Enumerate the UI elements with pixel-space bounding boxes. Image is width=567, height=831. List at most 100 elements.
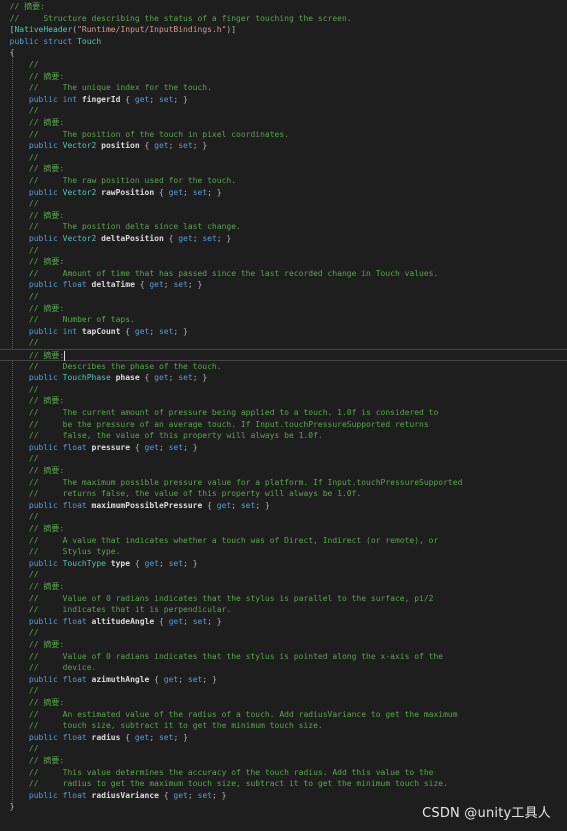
code-token-bold: altitudeAngle — [91, 616, 155, 626]
code-line[interactable]: public TouchType type { get; set; } — [0, 558, 567, 570]
code-line[interactable]: // 摘要: — [0, 755, 567, 767]
code-token-punct: ; — [183, 187, 193, 197]
code-line[interactable]: // — [0, 384, 567, 396]
code-line[interactable]: // be the pressure of an average touch. … — [0, 419, 567, 431]
code-line[interactable]: public Vector2 position { get; set; } — [0, 140, 567, 152]
code-line[interactable]: public float azimuthAngle { get; set; } — [0, 674, 567, 686]
code-line[interactable]: // device. — [0, 662, 567, 674]
code-line[interactable]: // Stylus type. — [0, 546, 567, 558]
code-line[interactable]: // Value of 0 radians indicates that the… — [0, 593, 567, 605]
code-line[interactable]: // 摘要: — [0, 256, 567, 268]
code-line[interactable]: // Number of taps. — [0, 314, 567, 326]
code-line[interactable]: // — [0, 569, 567, 581]
code-token-punct: ; } — [192, 373, 208, 383]
code-token-bold: azimuthAngle — [91, 674, 150, 684]
code-line[interactable]: // — [0, 685, 567, 697]
code-line[interactable]: // 摘要: — [0, 697, 567, 709]
code-line[interactable]: // A value that indicates whether a touc… — [0, 535, 567, 547]
code-token-punct: ; — [149, 732, 159, 742]
code-line[interactable]: // — [0, 511, 567, 523]
code-token-keyword: set — [240, 500, 256, 510]
code-line[interactable]: // — [0, 291, 567, 303]
code-token-bold: type — [110, 558, 131, 568]
code-line[interactable]: // The position of the touch in pixel co… — [0, 129, 567, 141]
code-token-comment: // 摘要: — [9, 582, 65, 591]
code-editor[interactable]: // 摘要: // Structure describing the statu… — [0, 0, 567, 831]
code-line[interactable]: // touch size, subtract it to get the mi… — [0, 720, 567, 732]
code-line[interactable]: // An estimated value of the radius of a… — [0, 709, 567, 721]
code-line[interactable]: public float altitudeAngle { get; set; } — [0, 616, 567, 628]
code-token-punct: { — [154, 187, 169, 197]
code-line[interactable]: // 摘要: — [0, 210, 567, 222]
code-line[interactable]: public int tapCount { get; set; } — [0, 326, 567, 338]
code-line[interactable]: public float pressure { get; set; } — [0, 442, 567, 454]
code-line[interactable]: // false, the value of this property wil… — [0, 430, 567, 442]
code-line[interactable]: // Amount of time that has passed since … — [0, 268, 567, 280]
code-line[interactable]: public int fingerId { get; set; } — [0, 94, 567, 106]
code-line[interactable]: // — [0, 59, 567, 71]
code-line[interactable]: // The unique index for the touch. — [0, 82, 567, 94]
code-line[interactable]: // indicates that it is perpendicular. — [0, 604, 567, 616]
code-line[interactable]: public float radiusVariance { get; set; … — [0, 790, 567, 802]
code-token-comment: // be the pressure of an average touch. … — [9, 419, 429, 429]
code-line[interactable]: // 摘要: — [0, 349, 567, 361]
code-token-comment: // — [9, 338, 39, 348]
code-line[interactable]: // — [0, 743, 567, 755]
code-line[interactable]: // — [0, 152, 567, 164]
code-line[interactable]: // 摘要: — [0, 639, 567, 651]
code-line[interactable]: // returns false, the value of this prop… — [0, 488, 567, 500]
code-line[interactable]: public float radius { get; set; } — [0, 732, 567, 744]
code-line[interactable]: // 摘要: — [0, 523, 567, 535]
code-line[interactable]: // — [0, 105, 567, 117]
code-line[interactable]: // 摘要: — [0, 581, 567, 593]
code-line[interactable]: // 摘要: — [0, 71, 567, 83]
code-token-punct: ; } — [173, 732, 188, 742]
code-line[interactable]: { — [0, 47, 567, 59]
code-line[interactable]: // — [0, 337, 567, 349]
code-line[interactable]: // — [0, 453, 567, 465]
code-token-keyword: struct — [43, 36, 78, 46]
code-line[interactable]: public struct Touch — [0, 36, 567, 48]
code-line[interactable]: // radius to get the maximum touch size,… — [0, 778, 567, 790]
code-line[interactable]: public TouchPhase phase { get; set; } — [0, 372, 567, 384]
code-line[interactable]: // The maximum possible pressure value f… — [0, 477, 567, 489]
code-line[interactable]: // The current amount of pressure being … — [0, 407, 567, 419]
code-line[interactable]: // 摘要: — [0, 163, 567, 175]
code-line[interactable]: // — [0, 198, 567, 210]
code-line[interactable]: public float maximumPossiblePressure { g… — [0, 500, 567, 512]
code-line[interactable]: // 摘要: — [0, 303, 567, 315]
code-line[interactable]: // Value of 0 radians indicates that the… — [0, 651, 567, 663]
code-line[interactable]: // — [0, 245, 567, 257]
code-line[interactable]: // The position delta since last change. — [0, 221, 567, 233]
code-token-punct: { — [158, 790, 174, 800]
code-line[interactable]: // 摘要: — [0, 465, 567, 477]
code-line[interactable]: public Vector2 deltaPosition { get; set;… — [0, 233, 567, 245]
code-line[interactable]: // 摘要: — [0, 1, 567, 13]
code-line[interactable]: public Vector2 rawPosition { get; set; } — [0, 187, 567, 199]
code-line[interactable]: // 摘要: — [0, 395, 567, 407]
code-line[interactable]: public float deltaTime { get; set; } — [0, 279, 567, 291]
code-token-comment: // indicates that it is perpendicular. — [9, 605, 232, 615]
code-line[interactable]: // 摘要: — [0, 117, 567, 129]
code-line[interactable]: // Describes the phase of the touch. — [0, 361, 567, 373]
code-token-punct: ; } — [183, 442, 198, 452]
code-token-punct: ; } — [187, 280, 203, 290]
code-line[interactable]: // The raw position used for the touch. — [0, 175, 567, 187]
code-token-keyword: public — [9, 500, 63, 510]
code-token-keyword: public — [9, 558, 63, 568]
code-line[interactable]: [NativeHeader("Runtime/Input/InputBindin… — [0, 24, 567, 36]
code-line[interactable]: // This value determines the accuracy of… — [0, 767, 567, 779]
code-line[interactable]: // — [0, 627, 567, 639]
code-token-keyword: public — [9, 234, 63, 243]
code-token-keyword: public — [9, 674, 63, 684]
code-line[interactable]: // Structure describing the status of a … — [0, 13, 567, 25]
